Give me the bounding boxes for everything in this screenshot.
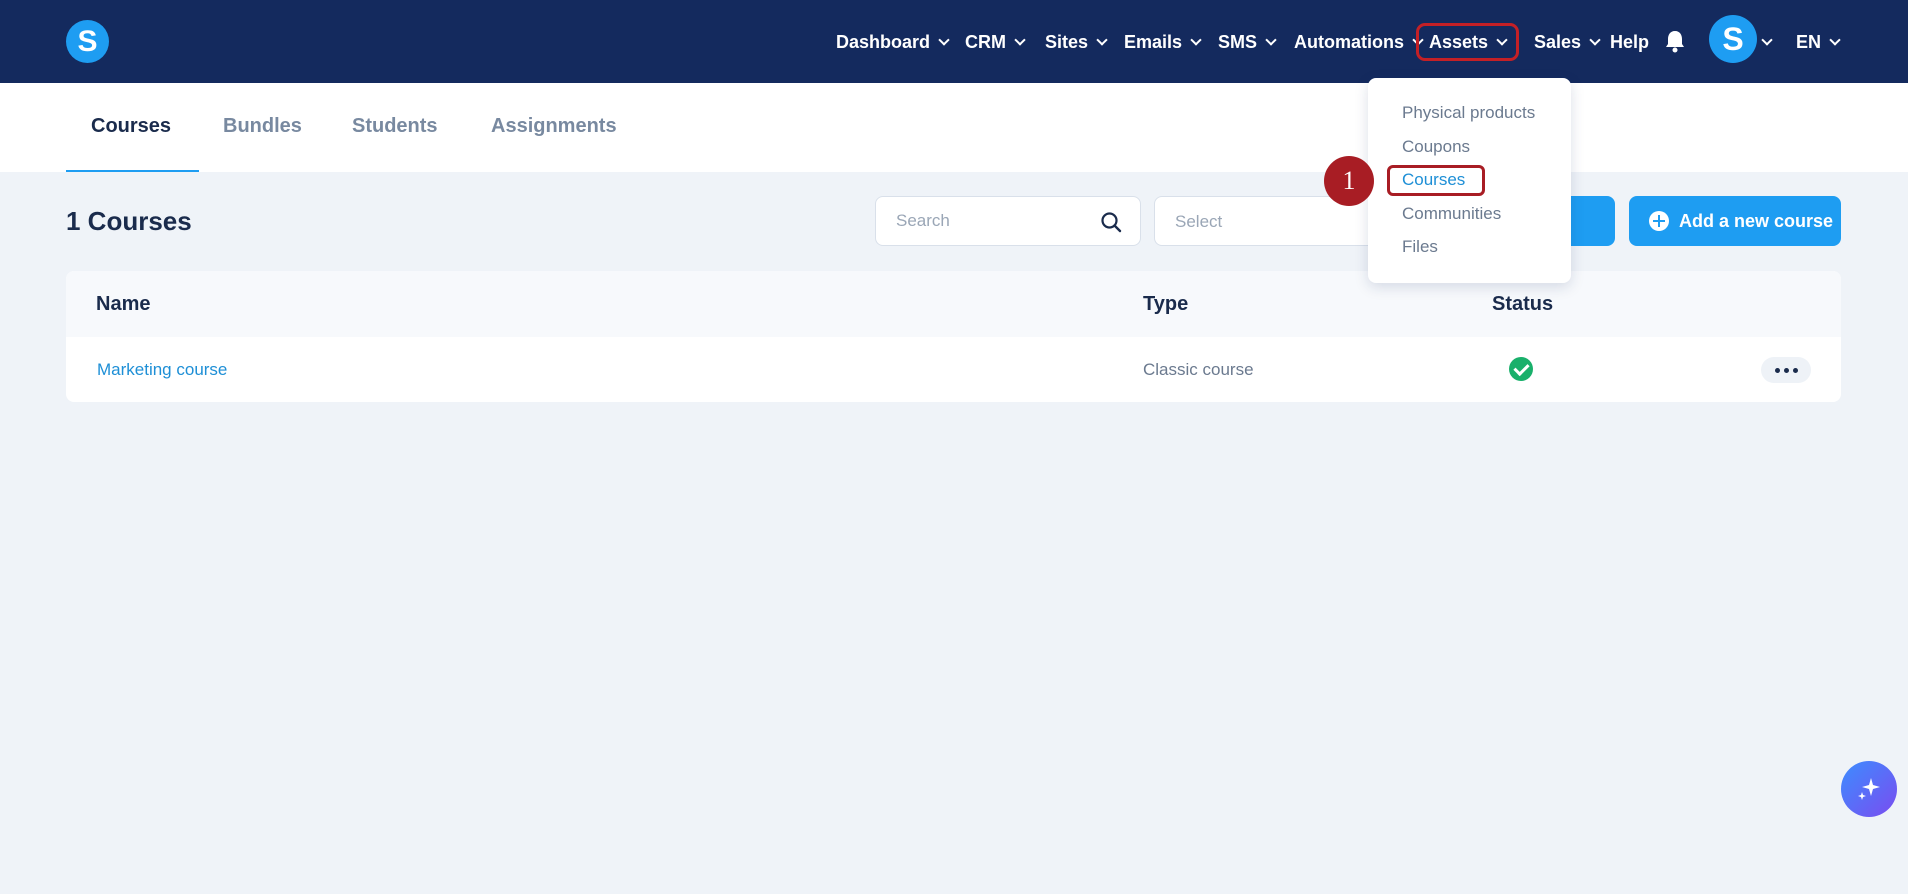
more-dot <box>1774 367 1780 373</box>
nav-label: Help <box>1610 31 1650 52</box>
add-course-button[interactable]: Add a new course <box>1629 196 1841 246</box>
table-header <box>66 271 1841 337</box>
nav-label: Emails <box>1124 31 1183 52</box>
chevron-down-icon <box>1496 33 1508 46</box>
check-circle-icon <box>1509 357 1533 381</box>
nav-label: Assets <box>1429 31 1489 52</box>
nav-label: Automations <box>1294 31 1404 52</box>
courses-highlight-box <box>1387 165 1485 196</box>
course-name-link[interactable]: Marketing course <box>97 360 227 380</box>
nav-emails[interactable]: Emails <box>1124 26 1202 58</box>
user-avatar[interactable]: S <box>1709 15 1757 63</box>
ai-assistant-button[interactable] <box>1841 761 1897 817</box>
nav-label: Sites <box>1045 31 1089 52</box>
row-actions-button[interactable] <box>1761 357 1811 383</box>
nav-sms[interactable]: SMS <box>1218 26 1277 58</box>
menu-item-coupons[interactable]: Coupons <box>1402 137 1470 157</box>
step-number-badge: 1 <box>1324 156 1374 206</box>
nav-sites[interactable]: Sites <box>1045 26 1108 58</box>
nav-dashboard[interactable]: Dashboard <box>836 26 950 58</box>
search-box <box>875 196 1141 246</box>
chevron-down-icon <box>1829 33 1841 46</box>
chevron-down-icon <box>1096 33 1108 46</box>
courses-table: Name Type Status Marketing course Classi… <box>66 271 1841 402</box>
chevron-down-icon <box>1014 33 1026 46</box>
column-header-name: Name <box>96 293 151 315</box>
language-label: EN <box>1796 31 1822 52</box>
active-tab-indicator <box>66 170 199 172</box>
chevron-down-icon <box>1761 33 1773 46</box>
chevron-down-icon <box>1589 33 1601 46</box>
column-header-type: Type <box>1143 293 1189 315</box>
nav-help[interactable]: Help <box>1610 26 1649 58</box>
nav-automations[interactable]: Automations <box>1294 26 1424 58</box>
add-course-label: Add a new course <box>1679 210 1834 231</box>
section-tabs: Courses Bundles Students Assignments <box>0 83 1908 172</box>
top-navigation: S Dashboard CRM Sites Emails SMS Automat… <box>0 0 1908 83</box>
course-type: Classic course <box>1143 360 1254 379</box>
plus-circle-icon <box>1649 211 1669 231</box>
search-input[interactable] <box>896 211 1096 231</box>
tab-bundles[interactable]: Bundles <box>223 115 302 138</box>
chevron-down-icon <box>938 33 950 46</box>
sparkle-icon <box>1858 778 1880 800</box>
select-placeholder: Select <box>1175 212 1223 231</box>
menu-item-physical-products[interactable]: Physical products <box>1402 103 1535 123</box>
nav-crm[interactable]: CRM <box>965 26 1026 58</box>
nav-assets[interactable]: Assets <box>1416 23 1519 61</box>
page-title: 1 Courses <box>66 206 192 236</box>
nav-label: Sales <box>1534 31 1582 52</box>
chevron-down-icon <box>1190 33 1202 46</box>
chevron-down-icon <box>1265 33 1277 46</box>
app-logo[interactable]: S <box>66 20 109 63</box>
nav-sales[interactable]: Sales <box>1534 26 1601 58</box>
nav-label: SMS <box>1218 31 1258 52</box>
bell-icon[interactable] <box>1664 29 1686 53</box>
more-dot <box>1783 367 1789 373</box>
more-dot <box>1792 367 1798 373</box>
avatar-menu-toggle[interactable] <box>1761 26 1773 58</box>
search-icon[interactable] <box>1100 211 1122 233</box>
language-selector[interactable]: EN <box>1796 26 1841 58</box>
nav-label: Dashboard <box>836 31 931 52</box>
menu-item-communities[interactable]: Communities <box>1402 204 1501 224</box>
nav-label: CRM <box>965 31 1006 52</box>
tab-assignments[interactable]: Assignments <box>491 115 617 138</box>
menu-item-files[interactable]: Files <box>1402 237 1438 257</box>
column-header-status: Status <box>1492 293 1554 315</box>
tab-students[interactable]: Students <box>352 115 438 138</box>
tab-courses[interactable]: Courses <box>91 115 171 138</box>
